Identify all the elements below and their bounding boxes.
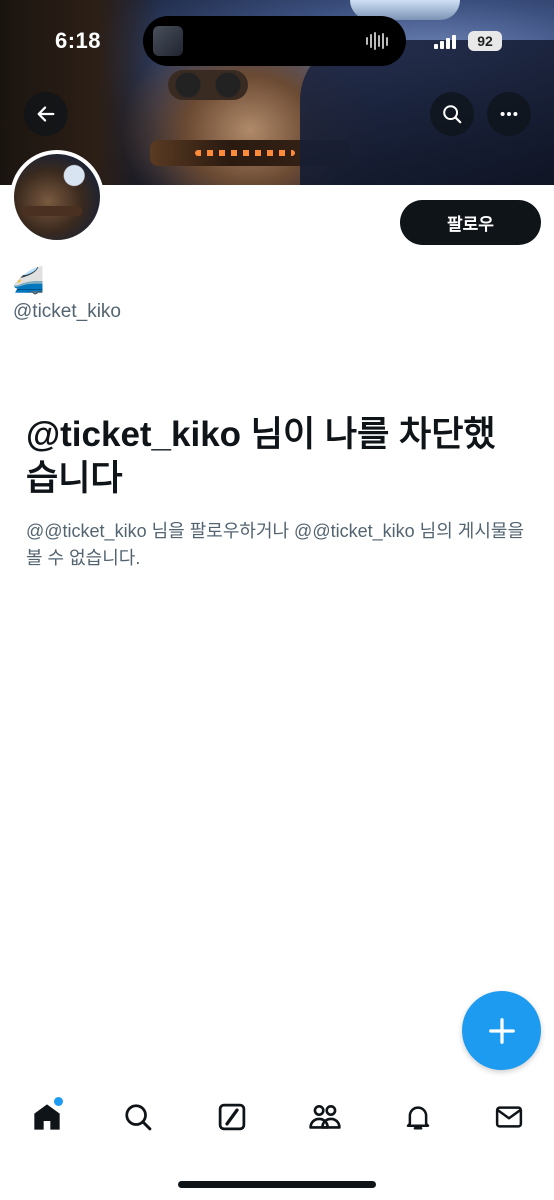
battery-icon: 92 xyxy=(468,31,502,51)
display-name: 🚄 xyxy=(12,265,45,295)
blocked-description: @@ticket_kiko 님을 팔로우하거나 @@ticket_kiko 님의… xyxy=(26,521,524,568)
bell-icon xyxy=(406,1106,430,1130)
nav-notifications[interactable] xyxy=(398,1097,438,1137)
communities-icon xyxy=(309,1104,341,1129)
nav-messages[interactable] xyxy=(489,1097,529,1137)
avatar-gun xyxy=(22,206,82,216)
banner-goggles xyxy=(168,70,248,100)
more-options-button[interactable] xyxy=(487,92,531,136)
now-playing-thumbnail xyxy=(153,26,183,56)
nav-search[interactable] xyxy=(118,1097,158,1137)
compose-post-button[interactable] xyxy=(462,991,541,1070)
mail-icon xyxy=(495,1106,523,1128)
home-indicator[interactable] xyxy=(178,1181,376,1188)
arrow-left-icon xyxy=(37,106,55,122)
follow-button[interactable]: 팔로우 xyxy=(400,200,541,245)
search-icon xyxy=(443,105,462,124)
profile-avatar[interactable] xyxy=(10,150,104,244)
nav-grok[interactable] xyxy=(212,1097,252,1137)
status-time: 6:18 xyxy=(55,28,102,53)
profile-handle: @ticket_kiko xyxy=(13,301,121,322)
back-button[interactable] xyxy=(24,92,68,136)
blocked-title: @ticket_kiko 님이 나를 차단했습니다 xyxy=(26,415,496,498)
nav-home[interactable] xyxy=(27,1097,67,1137)
search-button[interactable] xyxy=(430,92,474,136)
search-icon xyxy=(125,1104,152,1131)
audio-wave-icon xyxy=(366,32,392,50)
more-horizontal-icon xyxy=(500,111,518,117)
bottom-nav xyxy=(0,1085,554,1149)
banner-gun-lights xyxy=(195,150,295,156)
notification-dot xyxy=(54,1097,63,1106)
dynamic-island[interactable] xyxy=(143,16,406,66)
grok-icon xyxy=(218,1103,246,1131)
plus-icon xyxy=(488,1017,515,1044)
signal-icon xyxy=(434,33,460,49)
nav-communities[interactable] xyxy=(305,1097,345,1137)
